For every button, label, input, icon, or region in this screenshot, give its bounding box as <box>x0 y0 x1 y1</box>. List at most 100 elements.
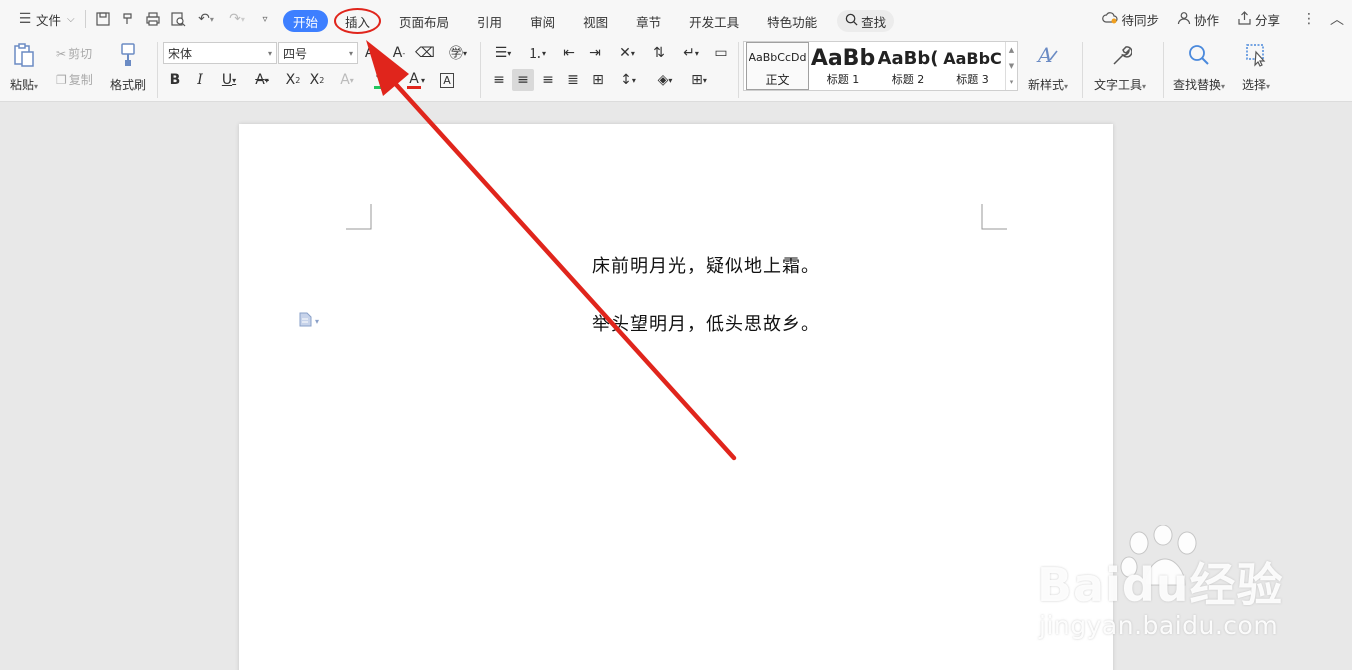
text-tools-button[interactable]: 文字工具▾ <box>1094 42 1146 93</box>
font-color-bar <box>406 85 421 89</box>
customize-toolbar-icon[interactable]: ▿ <box>256 10 274 28</box>
highlight-icon[interactable]: ✎ ▾ <box>368 69 398 91</box>
bullet-list-icon[interactable]: ☰ ▾ <box>488 42 518 64</box>
style-heading-3[interactable]: AaBbC 标题 3 <box>941 42 1004 90</box>
tab-page-layout[interactable]: 页面布局 <box>389 10 459 32</box>
document-line-1[interactable]: 床前明月光，疑似地上霜。 <box>239 252 1113 278</box>
borders-icon[interactable]: ⊞ ▾ <box>684 69 714 91</box>
cloud-sync-icon <box>1102 11 1118 28</box>
clear-format-icon[interactable]: ⌫ <box>414 42 436 64</box>
numbered-list-icon[interactable]: ⒈ ▾ <box>522 42 552 64</box>
format-brush-icon[interactable] <box>119 10 137 28</box>
tab-developer[interactable]: 开发工具 <box>679 10 749 32</box>
share-button[interactable]: 分享 <box>1233 7 1284 31</box>
style-name: 标题 1 <box>826 73 860 86</box>
tab-special-features[interactable]: 特色功能 <box>757 10 827 32</box>
styles-gallery: AaBbCcDd 正文 AaBb 标题 1 AaBb( 标题 2 AaBbC 标… <box>743 41 1018 91</box>
ribbon-tabs: 开始 插入 页面布局 引用 审阅 视图 章节 开发工具 特色功能 查找 <box>283 8 895 34</box>
select-button[interactable]: 选择▾ <box>1242 42 1270 93</box>
style-preview: AaBb <box>811 45 875 71</box>
bold-icon[interactable]: B <box>164 69 186 91</box>
print-icon[interactable] <box>144 10 162 28</box>
line-spacing-icon[interactable]: ↕ ▾ <box>613 69 643 91</box>
chevron-down-icon: ⌵ <box>67 13 75 25</box>
tab-references[interactable]: 引用 <box>467 10 512 32</box>
sort-icon[interactable]: ⇅ <box>648 42 670 64</box>
svg-text:A: A <box>1036 43 1052 67</box>
align-left-icon[interactable]: ≡ <box>488 69 510 91</box>
search-icon <box>845 13 858 29</box>
expand-gallery-icon[interactable]: ▾ <box>1010 78 1014 86</box>
format-painter-button[interactable]: 格式刷 <box>110 42 146 93</box>
scroll-up-icon[interactable]: ▲ <box>1009 46 1014 54</box>
justify-icon[interactable]: ≣ <box>562 69 584 91</box>
home-ribbon: 粘贴▾ ✂ 剪切 ❐ 复制 格式刷 宋体 ▾ 四号 ▾ A + A- ⌫ ㊫ ▾ B… <box>0 38 1352 102</box>
tab-review[interactable]: 审阅 <box>520 10 565 32</box>
find-replace-label: 查找替换 <box>1173 78 1222 92</box>
font-size-select[interactable]: 四号 ▾ <box>278 42 358 64</box>
superscript-icon[interactable]: X2 <box>282 69 304 91</box>
margin-corner-top-left <box>346 204 372 230</box>
quick-access-toolbar: ↶ ▾ ↷ ▾ ▿ <box>94 10 274 28</box>
copy-icon: ❐ <box>56 72 67 87</box>
style-heading-2[interactable]: AaBb( 标题 2 <box>876 42 940 90</box>
document-line-2[interactable]: 举头望明月，低头思故乡。 <box>239 310 1113 336</box>
increase-indent-icon[interactable]: ⇥ <box>584 42 606 64</box>
styles-scroll[interactable]: ▲ ▼ ▾ <box>1005 42 1017 90</box>
document-page[interactable]: 床前明月光，疑似地上霜。 举头望明月，低头思故乡。 ▾ <box>239 124 1113 670</box>
shrink-font-icon[interactable]: A- <box>388 42 410 64</box>
char-border-icon[interactable]: A <box>436 69 458 91</box>
font-name-value: 宋体 <box>168 46 193 61</box>
font-size-value: 四号 <box>283 46 308 61</box>
collaborate-button[interactable]: 协作 <box>1173 7 1223 31</box>
cut-label: 剪切 <box>68 47 93 61</box>
search-label: 查找 <box>861 14 887 30</box>
undo-icon[interactable]: ↶ ▾ <box>194 10 218 28</box>
tab-view[interactable]: 视图 <box>573 10 618 32</box>
print-preview-icon[interactable] <box>169 10 187 28</box>
paintbrush-icon <box>115 42 141 68</box>
text-effect-icon[interactable]: A ▾ <box>334 69 360 91</box>
baidu-jingyan-watermark: Baidu经验 jingyan.baidu.com <box>1035 525 1285 645</box>
subscript-icon[interactable]: X2 <box>306 69 328 91</box>
sync-label: 待同步 <box>1121 12 1159 28</box>
more-options-icon[interactable]: ⋮ <box>1300 10 1318 28</box>
grow-font-icon[interactable]: A + <box>362 42 384 64</box>
cut-button[interactable]: ✂ 剪切 <box>56 45 92 62</box>
scroll-down-icon[interactable]: ▼ <box>1009 62 1014 70</box>
decrease-indent-icon[interactable]: ⇤ <box>558 42 580 64</box>
tab-home[interactable]: 开始 <box>283 10 329 32</box>
new-style-button[interactable]: A 新样式▾ <box>1028 42 1068 93</box>
shading-icon[interactable]: ◈ ▾ <box>650 69 680 91</box>
save-icon[interactable] <box>94 10 112 28</box>
collapse-ribbon-icon[interactable]: ︿ <box>1328 10 1346 28</box>
italic-icon[interactable]: I <box>189 69 211 91</box>
tab-insert[interactable]: 插入 <box>334 8 382 34</box>
tab-ruler-icon[interactable]: ▭ <box>710 42 732 64</box>
search-button[interactable]: 查找 <box>837 10 895 32</box>
chevron-down-icon: ▾ <box>267 48 272 58</box>
align-right-icon[interactable]: ≡ <box>537 69 559 91</box>
copy-button[interactable]: ❐ 复制 <box>56 71 93 88</box>
font-color-icon[interactable]: A ▾ <box>402 69 430 91</box>
chinese-layout-icon[interactable]: ✕ ▾ <box>612 42 642 64</box>
font-name-select[interactable]: 宋体 ▾ <box>163 42 277 64</box>
file-menu[interactable]: ☰ 文件 ⌵ <box>12 7 79 31</box>
tab-sections[interactable]: 章节 <box>626 10 671 32</box>
show-marks-icon[interactable]: ↵ ▾ <box>676 42 706 64</box>
style-heading-1[interactable]: AaBb 标题 1 <box>811 42 875 90</box>
paste-button[interactable]: 粘贴▾ <box>10 42 38 93</box>
style-preview: AaBb( <box>877 47 939 69</box>
find-replace-button[interactable]: 查找替换▾ <box>1173 42 1225 93</box>
distribute-icon[interactable]: ⊞ <box>587 69 609 91</box>
phonetic-guide-icon[interactable]: ㊫ ▾ <box>444 42 472 64</box>
clipboard-icon <box>11 42 37 68</box>
redo-icon[interactable]: ↷ ▾ <box>225 10 249 28</box>
style-normal[interactable]: AaBbCcDd 正文 <box>746 42 809 90</box>
paragraph-menu[interactable]: ▾ <box>299 312 319 331</box>
strikethrough-icon[interactable]: A ▾ <box>248 69 276 91</box>
sync-button[interactable]: 待同步 <box>1098 7 1163 31</box>
underline-icon[interactable]: U ▾ <box>214 69 244 91</box>
align-center-icon[interactable]: ≡ <box>512 69 534 91</box>
hamburger-icon: ☰ <box>18 11 32 27</box>
